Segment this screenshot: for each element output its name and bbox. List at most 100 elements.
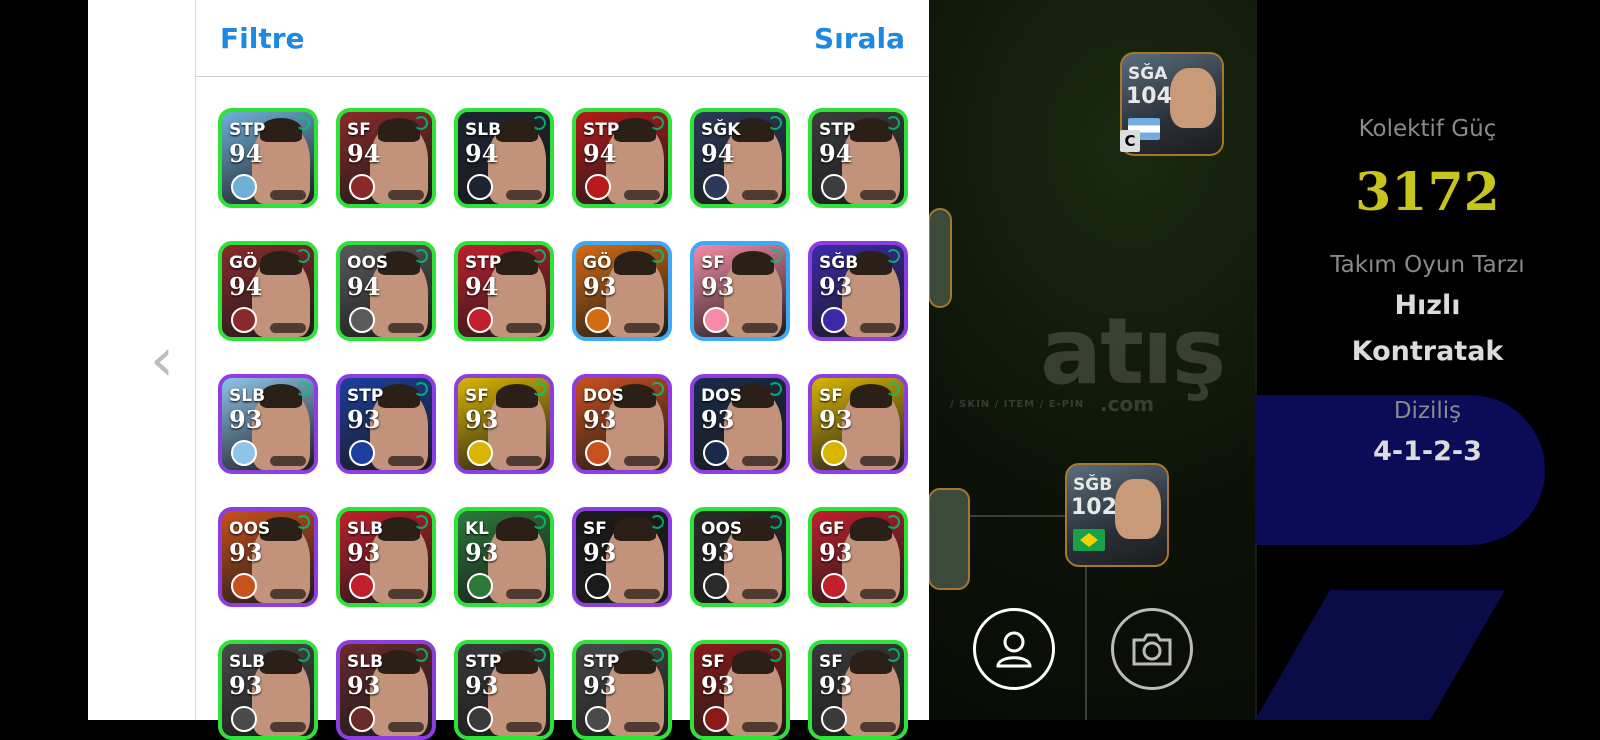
player-card[interactable]: SF 93: [690, 640, 790, 740]
player-card[interactable]: STP 93: [454, 640, 554, 740]
player-card[interactable]: SLB 93: [336, 640, 436, 740]
club-badge-icon: [703, 307, 729, 333]
player-rating: 93: [819, 272, 853, 301]
card-corner-icon: [650, 116, 664, 130]
player-card[interactable]: GÖ 93: [572, 241, 672, 341]
club-badge-icon: [349, 307, 375, 333]
player-rating: 93: [347, 538, 381, 567]
player-card[interactable]: OOS 94: [336, 241, 436, 341]
camera-button[interactable]: [1111, 608, 1193, 690]
card-corner-icon: [414, 382, 428, 396]
card-corner-icon: [650, 382, 664, 396]
card-tab-icon: [860, 722, 896, 732]
player-card[interactable]: OOS 93: [218, 507, 318, 607]
club-badge-icon: [585, 440, 611, 466]
player-card[interactable]: SLB 93: [218, 640, 318, 740]
club-badge-icon: [703, 440, 729, 466]
player-position: SF: [701, 652, 725, 672]
club-badge-icon: [821, 440, 847, 466]
club-badge-icon: [585, 307, 611, 333]
player-card[interactable]: KL 93: [454, 507, 554, 607]
card-corner-icon: [768, 382, 782, 396]
player-card[interactable]: STP 94: [572, 108, 672, 208]
club-badge-icon: [821, 307, 847, 333]
card-corner-icon: [650, 648, 664, 662]
player-select-panel: Filtre Sırala STP 94 SF 94 SLB 94 STP 94 SĞK 94 ST…: [195, 0, 929, 740]
card-corner-icon: [886, 515, 900, 529]
player-position: SLB: [347, 519, 384, 539]
card-tab-icon: [742, 722, 778, 732]
club-badge-icon: [703, 706, 729, 732]
player-card[interactable]: SLB 94: [454, 108, 554, 208]
player-rating: 94: [701, 139, 735, 168]
sort-button[interactable]: Sırala: [814, 22, 905, 55]
player-position: OOS: [701, 519, 743, 539]
player-card[interactable]: STP 93: [572, 640, 672, 740]
player-card[interactable]: SF 93: [690, 241, 790, 341]
card-corner-icon: [414, 515, 428, 529]
profile-icon: [996, 631, 1032, 668]
lineup-player-card-partial[interactable]: [928, 208, 952, 308]
player-position: SLB: [229, 386, 266, 406]
card-tab-icon: [270, 323, 306, 333]
lineup-player-card[interactable]: SĞB 102: [1065, 463, 1169, 567]
brazil-flag-icon: [1073, 529, 1105, 551]
player-position: GÖ: [583, 253, 612, 273]
card-corner-icon: [768, 116, 782, 130]
lineup-player-card-partial[interactable]: [928, 488, 970, 590]
player-card[interactable]: DOS 93: [690, 374, 790, 474]
card-tab-icon: [388, 323, 424, 333]
player-card[interactable]: SĞB 93: [808, 241, 908, 341]
player-rating: 93: [701, 405, 735, 434]
player-card[interactable]: SF 93: [808, 374, 908, 474]
chevron-left-icon[interactable]: ‹: [150, 330, 174, 390]
player-card[interactable]: SF 93: [572, 507, 672, 607]
team-strength-label: Kolektif Güç: [1358, 116, 1497, 142]
player-position: SF: [819, 386, 843, 406]
player-card[interactable]: SF 93: [454, 374, 554, 474]
player-rating: 93: [819, 405, 853, 434]
card-tab-icon: [270, 456, 306, 466]
player-card[interactable]: GF 93: [808, 507, 908, 607]
player-card[interactable]: OOS 93: [690, 507, 790, 607]
player-card[interactable]: STP 94: [218, 108, 318, 208]
player-position: STP: [819, 120, 856, 140]
player-rating: 94: [583, 139, 617, 168]
card-corner-icon: [296, 249, 310, 263]
player-rating: 104: [1126, 84, 1172, 109]
player-position: STP: [583, 652, 620, 672]
card-tab-icon: [624, 323, 660, 333]
card-corner-icon: [532, 249, 546, 263]
filter-button[interactable]: Filtre: [220, 22, 305, 55]
player-card[interactable]: SĞK 94: [690, 108, 790, 208]
watermark: atış: [1040, 298, 1226, 405]
card-tab-icon: [388, 456, 424, 466]
player-card[interactable]: STP 93: [336, 374, 436, 474]
playstyle-value-line2: Kontratak: [1351, 336, 1504, 367]
player-rating: 93: [347, 671, 381, 700]
player-card[interactable]: SLB 93: [336, 507, 436, 607]
club-badge-icon: [467, 174, 493, 200]
player-card[interactable]: GÖ 94: [218, 241, 318, 341]
club-badge-icon: [231, 440, 257, 466]
player-rating: 94: [465, 139, 499, 168]
player-card[interactable]: STP 94: [808, 108, 908, 208]
profile-button[interactable]: [973, 608, 1055, 690]
player-position: GÖ: [229, 253, 258, 273]
watermark-suffix: .com: [1100, 392, 1155, 416]
player-card[interactable]: SF 94: [336, 108, 436, 208]
player-rating: 93: [583, 405, 617, 434]
player-card[interactable]: SLB 93: [218, 374, 318, 474]
player-rating: 93: [465, 671, 499, 700]
player-card[interactable]: DOS 93: [572, 374, 672, 474]
watermark-subtitle: / SKIN / ITEM / E-PIN: [950, 399, 1085, 410]
player-card[interactable]: SF 93: [808, 640, 908, 740]
card-tab-icon: [506, 589, 542, 599]
player-position: SLB: [229, 652, 266, 672]
card-corner-icon: [532, 382, 546, 396]
card-tab-icon: [860, 456, 896, 466]
card-corner-icon: [532, 116, 546, 130]
player-rating: 93: [583, 272, 617, 301]
player-card[interactable]: STP 94: [454, 241, 554, 341]
card-corner-icon: [296, 382, 310, 396]
